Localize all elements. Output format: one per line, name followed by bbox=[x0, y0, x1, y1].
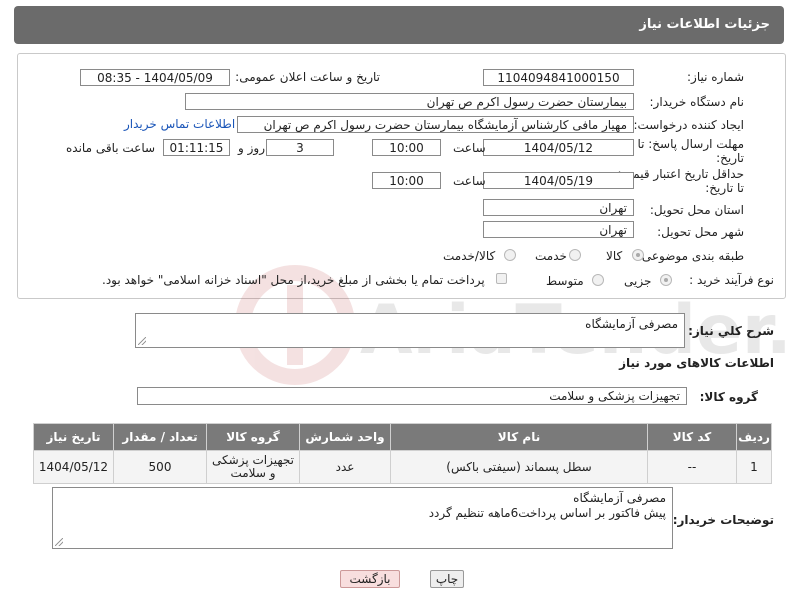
treasury-payment-checkbox[interactable] bbox=[496, 273, 507, 284]
category-label: طبقه بندی موضوعی: bbox=[637, 249, 744, 263]
cell-row: 1 bbox=[736, 450, 772, 484]
category-radio-both[interactable] bbox=[504, 249, 516, 261]
process-radio-minor[interactable] bbox=[660, 274, 672, 286]
process-option-minor: جزیی bbox=[624, 274, 652, 288]
min-price-label-2: تا تاریخ: bbox=[705, 181, 744, 195]
goods-group-field: تجهیزات پزشکی و سلامت bbox=[137, 387, 687, 405]
process-option-medium: متوسط bbox=[546, 274, 584, 288]
col-name: نام کالا bbox=[390, 423, 648, 451]
buyer-notes-line-2: پیش فاکتور بر اساس پرداخت6ماهه تنظیم گرد… bbox=[428, 506, 666, 520]
buyer-notes-textarea: مصرفی آزمایشگاه پیش فاکتور بر اساس پرداخ… bbox=[52, 487, 673, 549]
buyer-org-label: نام دستگاه خریدار: bbox=[649, 95, 745, 109]
city-label: شهر محل تحویل: bbox=[657, 225, 744, 239]
col-qty: تعداد / مقدار bbox=[113, 423, 207, 451]
goods-table: ردیف کد کالا نام کالا واحد شمارش گروه کا… bbox=[33, 423, 772, 484]
description-text: مصرفی آزمایشگاه bbox=[585, 317, 678, 331]
cell-qty: 500 bbox=[113, 450, 207, 484]
cell-group: تجهیزات پزشکی و سلامت bbox=[206, 450, 300, 484]
cell-date: 1404/05/12 bbox=[33, 450, 114, 484]
deadline-label-1: مهلت ارسال پاسخ: تا bbox=[637, 137, 744, 151]
need-number-field: 1104094841000150 bbox=[483, 69, 634, 86]
category-option-service: خدمت bbox=[535, 249, 567, 263]
need-number-label: شماره نیاز: bbox=[687, 70, 744, 84]
resize-grip-icon[interactable] bbox=[138, 337, 146, 345]
category-option-goods: کالا bbox=[606, 249, 623, 263]
col-group: گروه کالا bbox=[206, 423, 300, 451]
announce-field: 1404/05/09 - 08:35 bbox=[80, 69, 230, 86]
deadline-time-word: ساعت bbox=[453, 141, 486, 155]
resize-grip-icon[interactable] bbox=[55, 538, 63, 546]
contact-buyer-link[interactable]: اطلاعات تماس خریدار bbox=[124, 117, 235, 131]
announce-label: تاریخ و ساعت اعلان عمومی: bbox=[235, 70, 380, 84]
process-label: نوع فرآیند خرید : bbox=[689, 273, 774, 287]
cell-unit: عدد bbox=[299, 450, 391, 484]
category-radio-service[interactable] bbox=[569, 249, 581, 261]
category-option-both: کالا/خدمت bbox=[443, 249, 496, 263]
buyer-notes-line-1: مصرفی آزمایشگاه bbox=[573, 491, 666, 505]
price-time-field: 10:00 bbox=[372, 172, 441, 189]
min-price-label-1: حداقل تاریخ اعتبار قیمت: bbox=[617, 167, 744, 181]
days-word: روز و bbox=[238, 141, 265, 155]
col-row: ردیف bbox=[736, 423, 772, 451]
cell-name: سطل پسماند (سیفتی باکس) bbox=[390, 450, 648, 484]
table-row: 1 -- سطل پسماند (سیفتی باکس) عدد تجهیزات… bbox=[33, 450, 772, 484]
process-radio-medium[interactable] bbox=[592, 274, 604, 286]
buyer-org-field: بیمارستان حضرت رسول اکرم ص تهران bbox=[185, 93, 634, 110]
creator-label: ایجاد کننده درخواست: bbox=[633, 118, 744, 132]
creator-field: مهیار مافی کارشناس آزمایشگاه بیمارستان ح… bbox=[237, 116, 634, 133]
city-field: تهران bbox=[483, 221, 634, 238]
col-date: تاریخ نیاز bbox=[33, 423, 114, 451]
buyer-notes-label: توضیحات خریدار: bbox=[672, 513, 774, 527]
remaining-word: ساعت باقی مانده bbox=[66, 141, 156, 155]
payment-note: پرداخت تمام یا بخشی از مبلغ خرید،از محل … bbox=[102, 273, 485, 287]
province-label: استان محل تحویل: bbox=[649, 203, 744, 217]
goods-info-title: اطلاعات کالاهای مورد نیاز bbox=[619, 356, 774, 370]
deadline-time-field: 10:00 bbox=[372, 139, 441, 156]
price-time-word: ساعت bbox=[453, 174, 486, 188]
description-textarea: مصرفی آزمایشگاه bbox=[135, 313, 685, 348]
cell-code: -- bbox=[647, 450, 737, 484]
description-label: شرح كلي نياز: bbox=[688, 324, 774, 338]
page-header: جزئیات اطلاعات نیاز bbox=[14, 6, 784, 44]
province-field: تهران bbox=[483, 199, 634, 216]
category-radio-goods[interactable] bbox=[632, 249, 644, 261]
remaining-time-field: 01:11:15 bbox=[163, 139, 230, 156]
goods-group-label: گروه کالا: bbox=[699, 390, 758, 404]
deadline-date-field: 1404/05/12 bbox=[483, 139, 634, 156]
col-unit: واحد شمارش bbox=[299, 423, 391, 451]
col-code: کد کالا bbox=[647, 423, 737, 451]
days-field: 3 bbox=[266, 139, 334, 156]
table-header-row: ردیف کد کالا نام کالا واحد شمارش گروه کا… bbox=[33, 423, 772, 451]
back-button[interactable]: بازگشت bbox=[340, 570, 400, 588]
deadline-label-2: تاریخ: bbox=[716, 151, 744, 165]
page-title: جزئیات اطلاعات نیاز bbox=[639, 17, 770, 32]
print-button[interactable]: چاپ bbox=[430, 570, 464, 588]
price-date-field: 1404/05/19 bbox=[483, 172, 634, 189]
